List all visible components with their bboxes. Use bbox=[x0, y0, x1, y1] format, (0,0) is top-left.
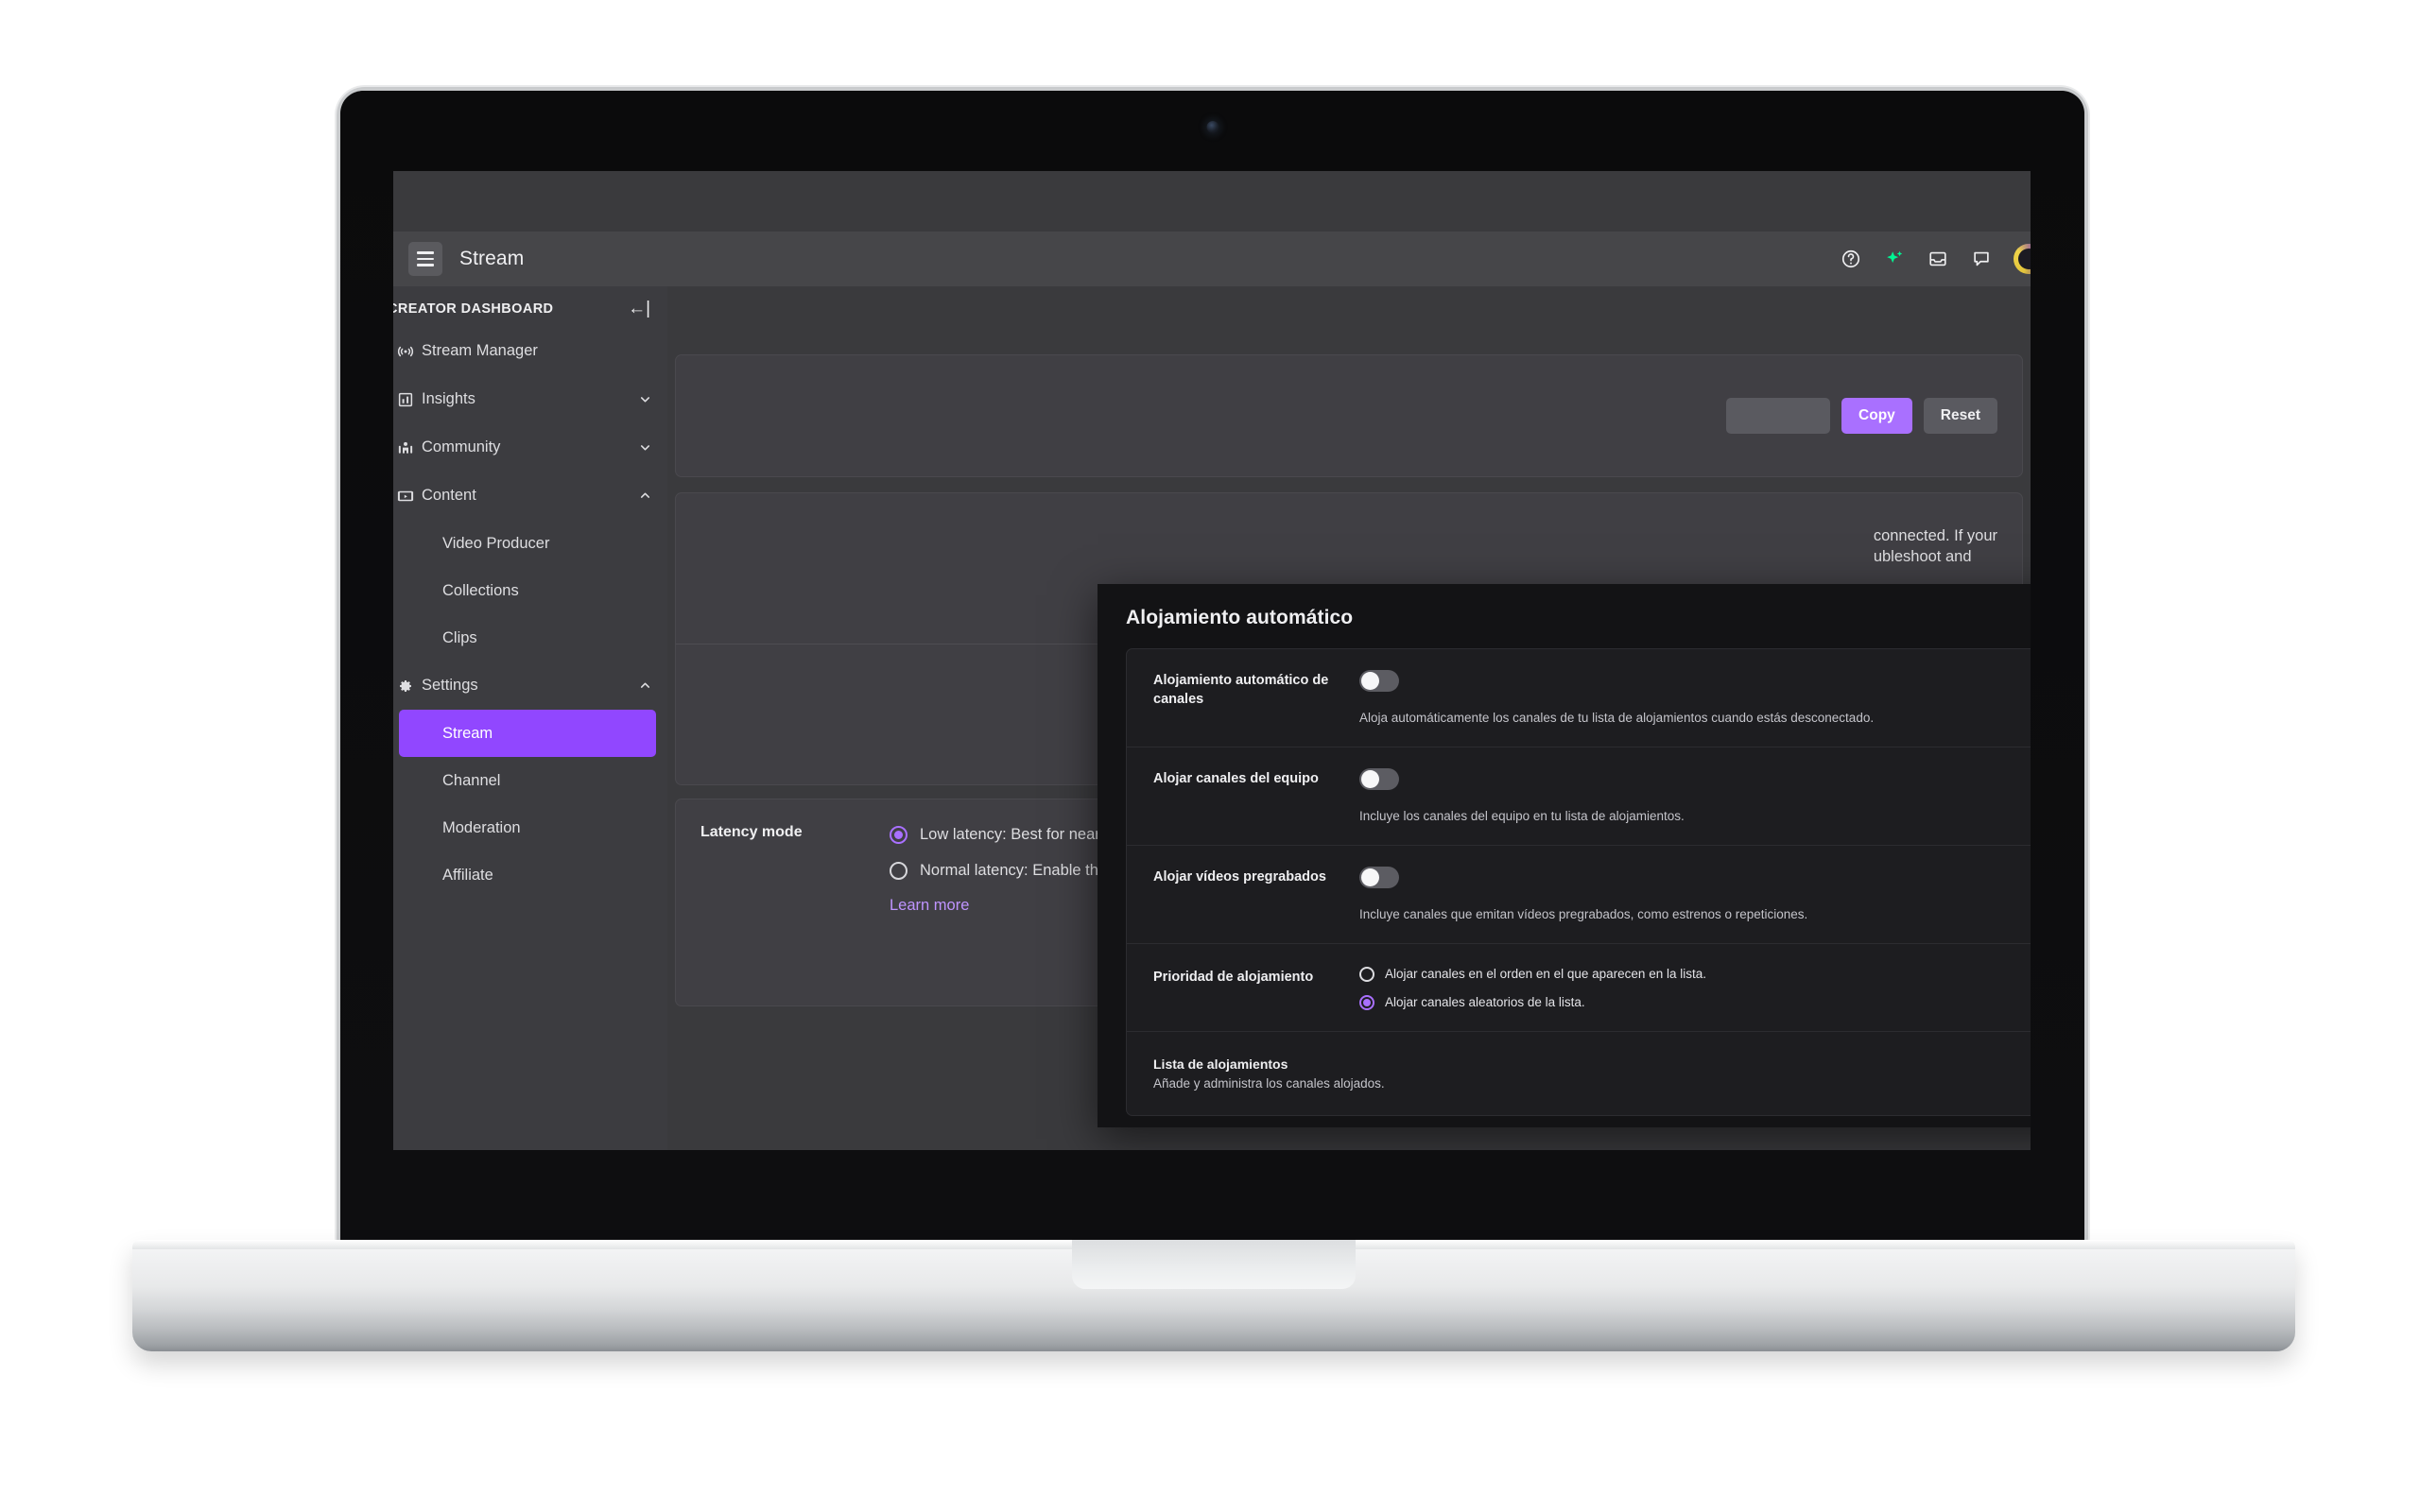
sidebar-item-video-producer[interactable]: Video Producer bbox=[399, 520, 656, 567]
avatar[interactable] bbox=[2014, 244, 2031, 274]
bar-chart-icon bbox=[393, 391, 422, 408]
radio-normal-latency[interactable] bbox=[890, 862, 908, 881]
sidebar-item-moderation[interactable]: Moderation bbox=[399, 804, 656, 851]
toggle-knob bbox=[1361, 769, 1379, 788]
chevron-up-icon[interactable] bbox=[637, 679, 652, 694]
host-list-title: Lista de alojamientos bbox=[1153, 1056, 1288, 1072]
laptop-lid: Stream CREATOR DASHBOARD ←| Stream Manag… bbox=[340, 91, 2084, 1246]
row-label: Alojar vídeos pregrabados bbox=[1153, 868, 1326, 885]
base-notch bbox=[1072, 1240, 1356, 1289]
host-list-text: Lista de alojamientos Añade y administra… bbox=[1153, 1057, 2031, 1091]
info-text-block-1: connected. If your ubleshoot and bbox=[1874, 525, 1997, 568]
modal-settings-card: Alojamiento automático de canales Aloja … bbox=[1126, 648, 2031, 1116]
radio-in-order[interactable] bbox=[1359, 966, 1374, 982]
sidebar-item-label: Settings bbox=[422, 677, 478, 694]
sidebar-item-insights[interactable]: Insights bbox=[393, 375, 667, 423]
latency-mode-label: Latency mode bbox=[700, 824, 803, 840]
sidebar-subitem-label: Collections bbox=[442, 581, 519, 599]
sidebar-subitem-label: Channel bbox=[442, 771, 501, 789]
sidebar-item-stream-manager[interactable]: Stream Manager bbox=[393, 327, 667, 375]
people-icon bbox=[393, 439, 422, 456]
copy-button[interactable]: Copy bbox=[1841, 398, 1912, 434]
sidebar-subitem-label: Affiliate bbox=[442, 866, 493, 884]
screenshot-stage: Stream CREATOR DASHBOARD ←| Stream Manag… bbox=[0, 0, 2420, 1512]
sidebar-item-settings[interactable]: Settings bbox=[393, 662, 667, 710]
sidebar-header: CREATOR DASHBOARD ←| bbox=[393, 286, 667, 327]
sidebar-item-affiliate[interactable]: Affiliate bbox=[399, 851, 656, 899]
stream-key-field[interactable] bbox=[1726, 398, 1831, 434]
modal-row-auto-host-channels: Alojamiento automático de canales Aloja … bbox=[1127, 649, 2031, 747]
sidebar-item-community[interactable]: Community bbox=[393, 423, 667, 472]
chat-icon[interactable] bbox=[1970, 248, 1993, 270]
help-icon[interactable] bbox=[1840, 248, 1862, 270]
row-description: Aloja automáticamente los canales de tu … bbox=[1359, 711, 1875, 725]
modal-row-host-priority: Prioridad de alojamiento Alojar canales … bbox=[1127, 944, 2031, 1032]
top-navigation-bar: Stream bbox=[393, 232, 2031, 286]
sparkle-icon[interactable] bbox=[1883, 248, 1906, 270]
laptop-base bbox=[132, 1240, 2295, 1351]
avatar-image bbox=[2018, 249, 2031, 269]
row-description: Incluye los canales del equipo en tu lis… bbox=[1359, 808, 1685, 823]
radio-random[interactable] bbox=[1359, 994, 1374, 1010]
row-label: Prioridad de alojamiento bbox=[1153, 969, 1314, 985]
modal-title: Alojamiento automático bbox=[1126, 607, 1354, 628]
toggle-auto-host-channels[interactable] bbox=[1359, 670, 1399, 692]
sidebar-heading: CREATOR DASHBOARD bbox=[393, 301, 554, 317]
broadcast-icon bbox=[393, 343, 422, 360]
priority-option-in-order[interactable]: Alojar canales en el orden en el que apa… bbox=[1359, 966, 2031, 982]
webcam-icon bbox=[1206, 121, 1219, 133]
sidebar-item-label: Stream Manager bbox=[422, 342, 538, 359]
hamburger-menu-icon[interactable] bbox=[408, 242, 442, 276]
page-title: Stream bbox=[459, 248, 525, 269]
stream-key-panel: Copy Reset bbox=[675, 354, 2023, 477]
toggle-knob bbox=[1361, 868, 1379, 886]
reset-button[interactable]: Reset bbox=[1923, 398, 1997, 434]
info-line-1: connected. If your bbox=[1873, 527, 1997, 544]
host-list-subtitle: Añade y administra los canales alojados. bbox=[1153, 1075, 1385, 1091]
priority-option-label: Alojar canales aleatorios de la lista. bbox=[1385, 995, 1585, 1010]
row-label: Alojamiento automático de canales bbox=[1153, 673, 1329, 707]
auto-hosting-modal: Alojamiento automático Alojamiento autom… bbox=[1098, 584, 2031, 1127]
toggle-host-prerecorded[interactable] bbox=[1359, 866, 1399, 888]
browser-viewport: Stream CREATOR DASHBOARD ←| Stream Manag… bbox=[393, 171, 2031, 1150]
chevron-down-icon[interactable] bbox=[637, 392, 652, 407]
info-line-2: ubleshoot and bbox=[1873, 548, 1972, 566]
sidebar-item-label: Content bbox=[422, 487, 476, 504]
creator-dashboard-sidebar: CREATOR DASHBOARD ←| Stream Manager Insi… bbox=[393, 286, 667, 1150]
modal-row-host-team-channels: Alojar canales del equipo Incluye los ca… bbox=[1127, 747, 2031, 846]
sidebar-item-collections[interactable]: Collections bbox=[399, 567, 656, 614]
inbox-icon[interactable] bbox=[1927, 248, 1949, 270]
sidebar-subitem-label: Clips bbox=[442, 628, 477, 646]
toggle-knob bbox=[1361, 672, 1379, 690]
sidebar-item-label: Community bbox=[422, 438, 501, 455]
page-top-gap bbox=[393, 171, 2031, 232]
gear-icon bbox=[393, 678, 422, 695]
row-label: Alojar canales del equipo bbox=[1153, 770, 1319, 786]
modal-row-host-prerecorded: Alojar vídeos pregrabados Incluye canale… bbox=[1127, 846, 2031, 944]
radio-low-latency[interactable] bbox=[890, 826, 908, 844]
row-description: Incluye canales que emitan vídeos pregra… bbox=[1359, 906, 1808, 921]
topnav-actions bbox=[1840, 244, 2031, 274]
sidebar-subitem-label: Video Producer bbox=[442, 534, 550, 552]
video-frame-icon bbox=[393, 488, 422, 505]
chevron-down-icon[interactable] bbox=[637, 440, 652, 455]
modal-row-host-list[interactable]: Lista de alojamientos Añade y administra… bbox=[1127, 1032, 2031, 1115]
sidebar-item-channel[interactable]: Channel bbox=[399, 757, 656, 804]
priority-option-label: Alojar canales en el orden en el que apa… bbox=[1385, 967, 1706, 982]
sidebar-item-clips[interactable]: Clips bbox=[399, 614, 656, 662]
sidebar-item-stream[interactable]: Stream bbox=[399, 710, 656, 757]
sidebar-subitem-label: Moderation bbox=[442, 818, 521, 836]
sidebar-item-label: Insights bbox=[422, 390, 475, 407]
sidebar-subitem-label: Stream bbox=[442, 724, 493, 742]
priority-option-random[interactable]: Alojar canales aleatorios de la lista. bbox=[1359, 994, 2031, 1010]
toggle-host-team-channels[interactable] bbox=[1359, 767, 1399, 790]
collapse-left-icon[interactable]: ←| bbox=[628, 300, 650, 318]
sidebar-item-content[interactable]: Content bbox=[393, 472, 667, 520]
chevron-up-icon[interactable] bbox=[637, 489, 652, 504]
